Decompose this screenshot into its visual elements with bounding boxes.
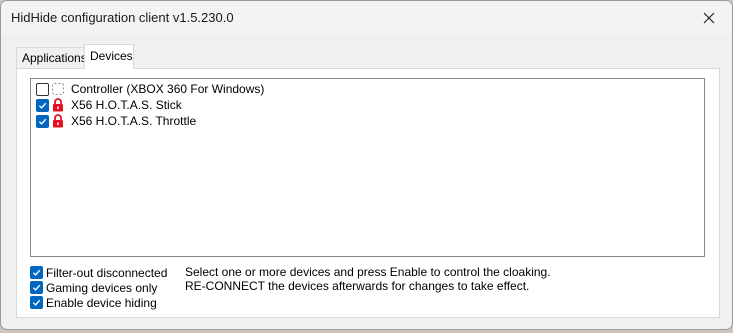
controller-placeholder-icon: [51, 82, 65, 96]
device-label: Controller (XBOX 360 For Windows): [71, 82, 265, 96]
help-text-line-1: Select one or more devices and press Ena…: [185, 265, 551, 279]
help-text: Select one or more devices and press Ena…: [185, 265, 551, 293]
devices-tab-panel: Controller (XBOX 360 For Windows) X56 H.…: [16, 68, 720, 318]
enable-device-hiding-checkbox[interactable]: [30, 296, 43, 309]
filter-out-disconnected-label: Filter-out disconnected: [46, 265, 168, 280]
checkmark-icon: [38, 118, 47, 125]
lock-icon: [51, 98, 65, 112]
device-label: X56 H.O.T.A.S. Stick: [71, 98, 182, 112]
list-item[interactable]: X56 H.O.T.A.S. Throttle: [36, 113, 196, 129]
enable-device-hiding-label: Enable device hiding: [46, 295, 157, 310]
filter-out-disconnected-option[interactable]: Filter-out disconnected: [30, 265, 167, 280]
device-checkbox[interactable]: [36, 114, 49, 128]
checkmark-icon: [38, 102, 47, 109]
lock-icon: [51, 114, 65, 128]
close-icon: [703, 12, 715, 23]
help-text-line-2: RE-CONNECT the devices afterwards for ch…: [185, 279, 530, 293]
list-item[interactable]: Controller (XBOX 360 For Windows): [36, 81, 264, 97]
enable-device-hiding-option[interactable]: Enable device hiding: [30, 295, 157, 310]
gaming-devices-only-checkbox[interactable]: [30, 281, 43, 294]
tab-applications[interactable]: Applications: [16, 47, 87, 69]
device-label: X56 H.O.T.A.S. Throttle: [71, 114, 197, 128]
main-window: HidHide configuration client v1.5.230.0 …: [0, 0, 733, 330]
filter-out-disconnected-checkbox[interactable]: [30, 266, 43, 279]
device-checkbox[interactable]: [36, 98, 49, 112]
title-bar[interactable]: HidHide configuration client v1.5.230.0: [1, 1, 732, 34]
list-item[interactable]: X56 H.O.T.A.S. Stick: [36, 97, 182, 113]
tab-devices[interactable]: Devices: [84, 44, 134, 69]
gaming-devices-only-label: Gaming devices only: [46, 280, 158, 295]
checkmark-icon: [32, 284, 41, 291]
device-checkbox[interactable]: [36, 82, 49, 96]
device-list[interactable]: Controller (XBOX 360 For Windows) X56 H.…: [30, 78, 705, 257]
close-button[interactable]: [686, 1, 732, 34]
checkmark-icon: [32, 269, 41, 276]
window-title: HidHide configuration client v1.5.230.0: [11, 10, 234, 25]
gaming-devices-only-option[interactable]: Gaming devices only: [30, 280, 157, 295]
checkmark-icon: [32, 299, 41, 306]
